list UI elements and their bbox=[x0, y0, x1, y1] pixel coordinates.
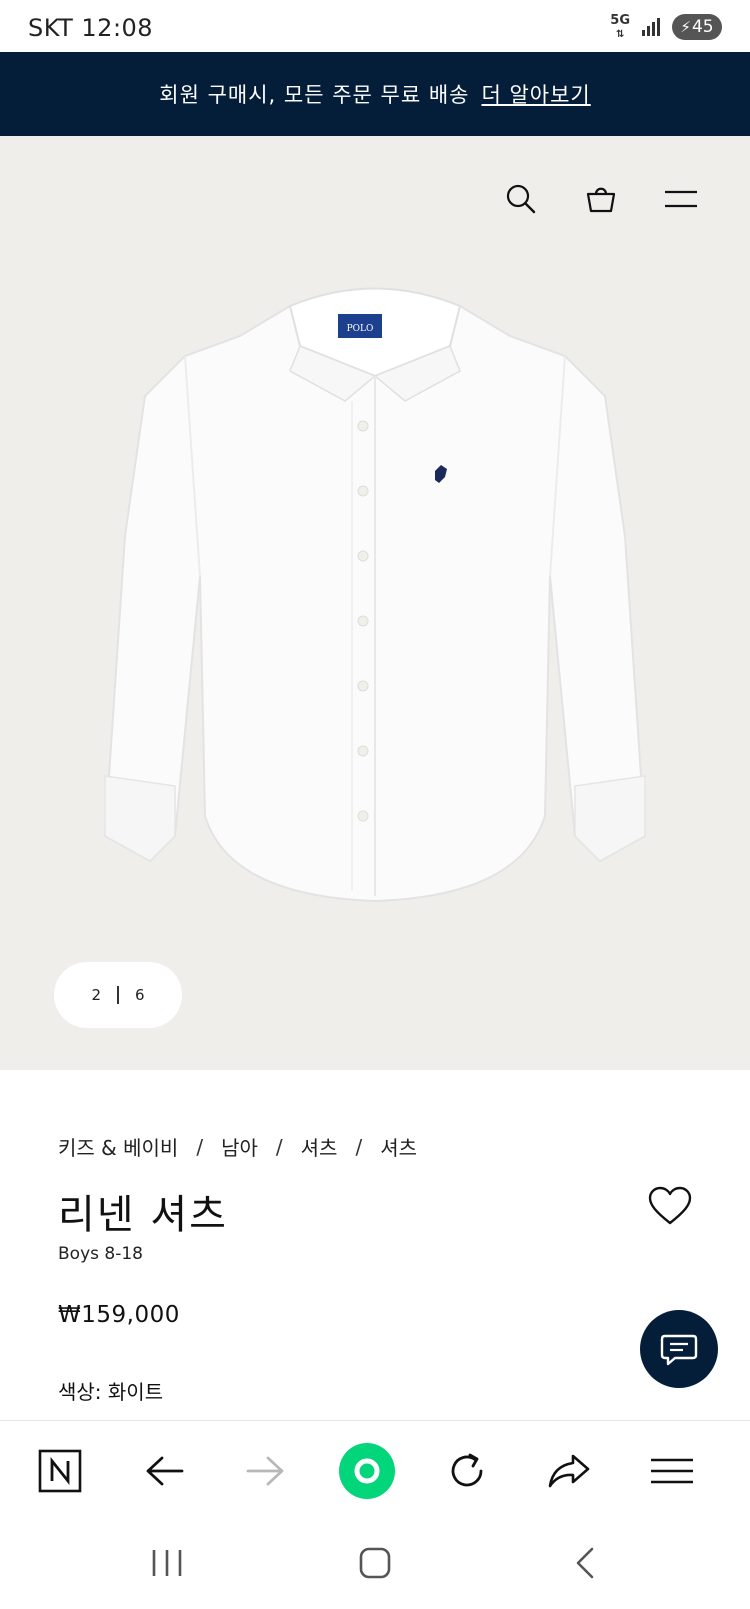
pager-current: 2 bbox=[91, 986, 101, 1004]
image-pager: 2 6 bbox=[54, 962, 182, 1028]
chat-button[interactable] bbox=[640, 1310, 718, 1388]
status-icons: 5G ⇅ ⚡ 45 bbox=[610, 14, 722, 40]
header-actions bbox=[502, 180, 700, 218]
breadcrumb-separator: / bbox=[355, 1134, 363, 1159]
pager-total: 6 bbox=[135, 986, 145, 1004]
breadcrumb-separator: / bbox=[196, 1134, 204, 1159]
forward-arrow-icon[interactable] bbox=[240, 1445, 292, 1497]
refresh-icon[interactable] bbox=[441, 1445, 493, 1497]
back-icon[interactable] bbox=[560, 1540, 610, 1586]
breadcrumb: 키즈 & 베이비 / 남아 / 셔츠 / 셔츠 bbox=[58, 1132, 417, 1161]
system-navigation-bar bbox=[0, 1520, 750, 1609]
menu-icon[interactable] bbox=[646, 1445, 698, 1497]
promo-banner[interactable]: 회원 구매시, 모든 주문 무료 배송 더 알아보기 bbox=[0, 52, 750, 136]
promo-text: 회원 구매시, 모든 주문 무료 배송 bbox=[159, 83, 470, 107]
network-5g-icon: 5G ⇅ bbox=[610, 12, 630, 40]
product-info: 키즈 & 베이비 / 남아 / 셔츠 / 셔츠 리넨 셔츠 Boys 8-18 … bbox=[0, 1070, 750, 1420]
breadcrumb-item[interactable]: 셔츠 bbox=[380, 1132, 417, 1161]
product-image-area[interactable]: POLO 2 6 bbox=[0, 136, 750, 1070]
back-arrow-icon[interactable] bbox=[138, 1445, 190, 1497]
shirt-product-image: POLO bbox=[103, 287, 647, 903]
product-title: 리넨 셔츠 bbox=[58, 1192, 228, 1238]
breadcrumb-item[interactable]: 키즈 & 베이비 bbox=[58, 1132, 178, 1161]
chat-bubble-icon bbox=[660, 1334, 698, 1366]
shopping-bag-icon[interactable] bbox=[582, 180, 620, 218]
search-icon[interactable] bbox=[502, 180, 540, 218]
promo-more-link[interactable]: 더 알아보기 bbox=[481, 79, 590, 109]
breadcrumb-separator: / bbox=[275, 1134, 283, 1159]
battery-level: 45 bbox=[691, 17, 714, 37]
signal-icon bbox=[642, 18, 660, 36]
browser-toolbar bbox=[0, 1420, 750, 1521]
shirt-label-text: POLO bbox=[347, 324, 374, 334]
color-selection: 색상: 화이트 bbox=[58, 1380, 164, 1404]
breadcrumb-item[interactable]: 남아 bbox=[221, 1132, 258, 1161]
share-icon[interactable] bbox=[543, 1445, 595, 1497]
battery-icon: ⚡ 45 bbox=[672, 14, 722, 40]
hamburger-menu-icon[interactable] bbox=[662, 180, 700, 218]
pager-separator bbox=[117, 986, 119, 1004]
home-icon[interactable] bbox=[350, 1540, 400, 1586]
heart-icon[interactable] bbox=[648, 1186, 692, 1226]
carrier-time: SKT 12:08 bbox=[28, 14, 154, 42]
product-price: ₩159,000 bbox=[58, 1302, 180, 1328]
home-circle-icon[interactable] bbox=[338, 1442, 396, 1500]
naver-n-icon[interactable] bbox=[34, 1445, 86, 1497]
recent-apps-icon[interactable] bbox=[142, 1540, 192, 1586]
status-bar: SKT 12:08 5G ⇅ ⚡ 45 bbox=[0, 0, 750, 52]
breadcrumb-item[interactable]: 셔츠 bbox=[301, 1132, 338, 1161]
product-subtitle: Boys 8-18 bbox=[58, 1244, 143, 1264]
